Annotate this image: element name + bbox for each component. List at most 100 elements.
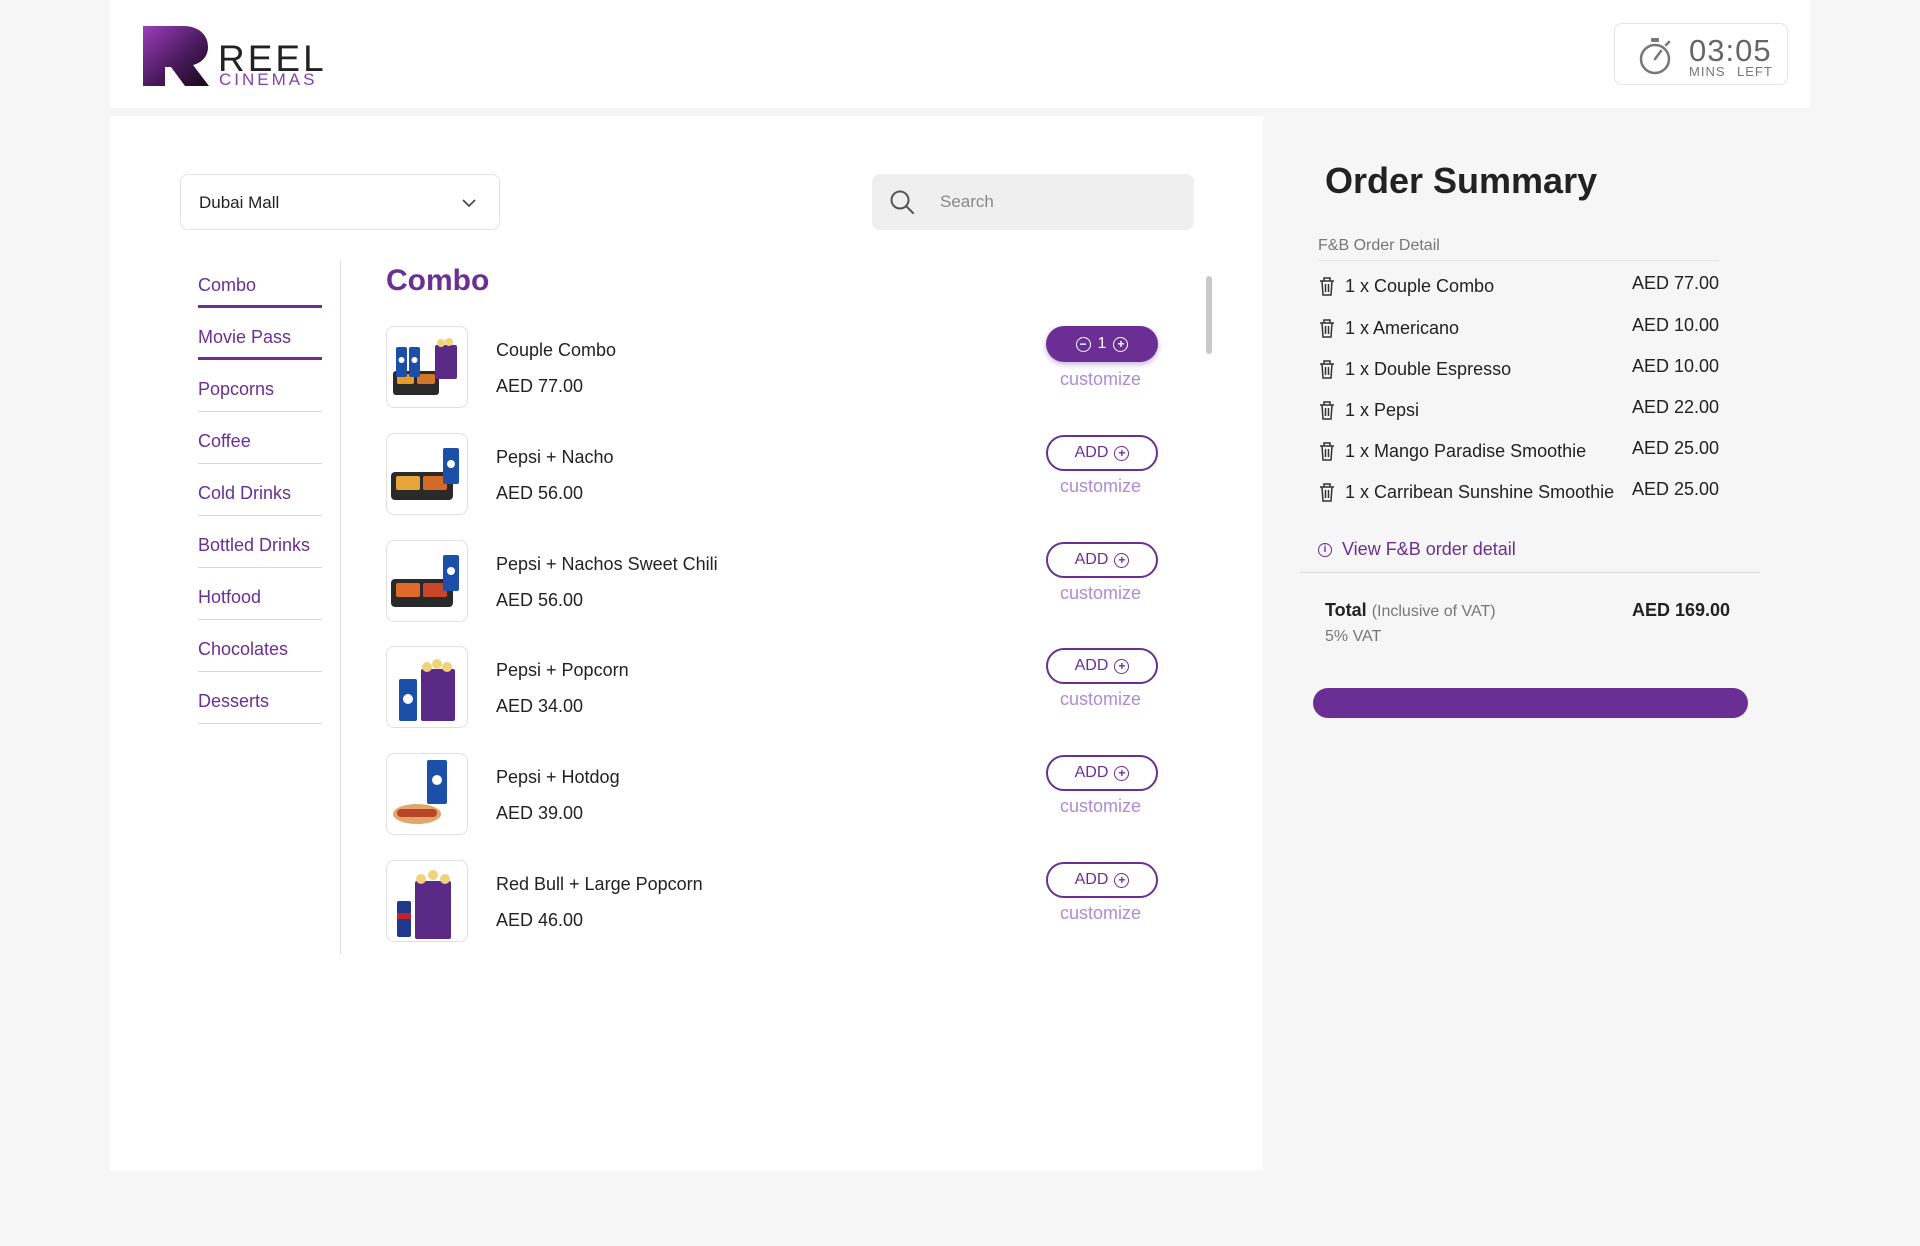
product-item: Pepsi + Popcorn AED 34.00 ADD + customiz… — [386, 646, 1176, 736]
customize-link[interactable]: customize — [1060, 796, 1141, 817]
add-label: ADD — [1074, 444, 1109, 461]
search-box — [872, 174, 1194, 230]
app-header: REEL CINEMAS 03:05 MINS LEFT — [110, 0, 1810, 108]
customize-link[interactable]: customize — [1060, 583, 1141, 604]
product-name: Pepsi + Hotdog — [496, 767, 620, 787]
divider — [1300, 572, 1760, 573]
order-item-price: AED 25.00 — [1632, 479, 1720, 499]
category-item-cold-drinks[interactable]: Cold Drinks — [198, 464, 322, 516]
chevron-down-icon — [462, 199, 476, 208]
brand-sub: CINEMAS — [219, 70, 318, 89]
product-item: Pepsi + Nachos Sweet Chili AED 56.00 ADD… — [386, 540, 1176, 630]
product-price: AED 56.00 — [496, 590, 584, 610]
product-list: Couple Combo AED 77.00 − 1 + customize P… — [386, 326, 1176, 955]
add-button[interactable]: ADD + — [1046, 542, 1158, 578]
category-item-combo[interactable]: Combo — [198, 256, 322, 308]
total-label-text: Total — [1325, 600, 1367, 620]
product-name: Pepsi + Popcorn — [496, 660, 629, 680]
search-input[interactable] — [940, 188, 1170, 216]
minus-circle-icon[interactable]: − — [1075, 336, 1091, 352]
category-item-coffee[interactable]: Coffee — [198, 412, 322, 464]
product-image — [386, 646, 468, 728]
category-item-hotfood[interactable]: Hotfood — [198, 568, 322, 620]
order-item-price: AED 77.00 — [1632, 273, 1720, 293]
fb-detail-label: F&B Order Detail — [1318, 237, 1440, 254]
product-list-scrollbar[interactable] — [1206, 276, 1212, 354]
order-item-price: AED 22.00 — [1632, 397, 1720, 417]
product-item: Couple Combo AED 77.00 − 1 + customize — [386, 326, 1176, 416]
order-item-price: AED 10.00 — [1632, 315, 1720, 335]
order-item-name: 1 x Carribean Sunshine Smoothie — [1345, 482, 1615, 502]
session-timer: 03:05 MINS LEFT — [1614, 23, 1788, 85]
vat-label: 5% VAT — [1325, 628, 1382, 645]
plus-circle-icon: + — [1114, 552, 1130, 568]
category-divider — [340, 260, 341, 954]
category-nav: Combo Movie Pass Popcorns Coffee Cold Dr… — [198, 256, 322, 724]
order-item-price: AED 25.00 — [1632, 438, 1720, 458]
category-item-chocolates[interactable]: Chocolates — [198, 620, 322, 672]
quantity-value: 1 — [1097, 335, 1107, 352]
plus-circle-icon: + — [1114, 872, 1130, 888]
total-value: AED 169.00 — [1632, 600, 1731, 620]
plus-circle-icon: + — [1114, 658, 1130, 674]
add-button[interactable]: ADD + — [1046, 648, 1158, 684]
product-name: Pepsi + Nachos Sweet Chili — [496, 554, 718, 574]
product-price: AED 77.00 — [496, 376, 584, 396]
customize-link[interactable]: customize — [1060, 476, 1141, 497]
product-price: AED 39.00 — [496, 803, 584, 823]
add-button[interactable]: ADD + — [1046, 435, 1158, 471]
add-button[interactable]: ADD + — [1046, 862, 1158, 898]
location-select[interactable]: Dubai Mall — [180, 174, 500, 230]
total-vat-note: (Inclusive of VAT) — [1371, 603, 1496, 620]
add-label: ADD — [1074, 764, 1109, 781]
plus-circle-icon: + — [1114, 765, 1130, 781]
reel-logo-mark-icon — [143, 26, 209, 86]
customize-link[interactable]: customize — [1060, 689, 1141, 710]
product-price: AED 56.00 — [496, 483, 584, 503]
view-order-detail-link[interactable]: i View F&B order detail — [1318, 539, 1516, 560]
stopwatch-icon — [1639, 38, 1671, 75]
product-name: Couple Combo — [496, 340, 617, 360]
product-name: Red Bull + Large Popcorn — [496, 874, 703, 894]
order-item-name: 1 x Americano — [1345, 318, 1460, 338]
product-image — [386, 433, 468, 515]
add-label: ADD — [1074, 657, 1109, 674]
order-item-name: 1 x Double Espresso — [1345, 359, 1512, 379]
category-item-bottled-drinks[interactable]: Bottled Drinks — [198, 516, 322, 568]
reel-cinemas-logo[interactable]: REEL CINEMAS — [133, 22, 333, 89]
product-name: Pepsi + Nacho — [496, 447, 614, 467]
divider — [1318, 260, 1718, 261]
category-item-desserts[interactable]: Desserts — [198, 672, 322, 724]
product-price: AED 34.00 — [496, 696, 584, 716]
total-label: Total (Inclusive of VAT) — [1325, 600, 1496, 621]
category-item-movie-pass[interactable]: Movie Pass — [198, 308, 322, 360]
product-image — [386, 860, 468, 942]
plus-circle-icon: + — [1114, 445, 1130, 461]
order-item-name: 1 x Pepsi — [1345, 400, 1420, 420]
product-item: Red Bull + Large Popcorn AED 46.00 ADD +… — [386, 860, 1176, 950]
timer-left-label: LEFT — [1737, 64, 1773, 79]
product-item: Pepsi + Nacho AED 56.00 ADD + customize — [386, 433, 1176, 523]
add-label: ADD — [1074, 551, 1109, 568]
product-item: Pepsi + Hotdog AED 39.00 ADD + customize — [386, 753, 1176, 843]
timer-mins-label: MINS — [1689, 64, 1726, 79]
product-image — [386, 326, 468, 408]
product-image — [386, 753, 468, 835]
info-icon: i — [1318, 542, 1332, 557]
checkout-button[interactable] — [1313, 688, 1748, 718]
section-title: Combo — [386, 264, 490, 297]
order-item-name: 1 x Couple Combo — [1345, 276, 1495, 296]
summary-title: Order Summary — [1325, 160, 1598, 201]
category-item-popcorns[interactable]: Popcorns — [198, 360, 322, 412]
plus-circle-icon[interactable]: + — [1113, 336, 1129, 352]
view-order-detail-label: View F&B order detail — [1342, 539, 1516, 559]
product-image — [386, 540, 468, 622]
customize-link[interactable]: customize — [1060, 903, 1141, 924]
order-item-name: 1 x Mango Paradise Smoothie — [1345, 441, 1587, 461]
customize-link[interactable]: customize — [1060, 369, 1141, 390]
add-button[interactable]: ADD + — [1046, 755, 1158, 791]
order-item-price: AED 10.00 — [1632, 356, 1720, 376]
add-label: ADD — [1074, 871, 1109, 888]
search-icon — [890, 190, 914, 214]
menu-panel: Dubai Mall Combo Movie Pass Popcorns Cof… — [110, 116, 1263, 1171]
